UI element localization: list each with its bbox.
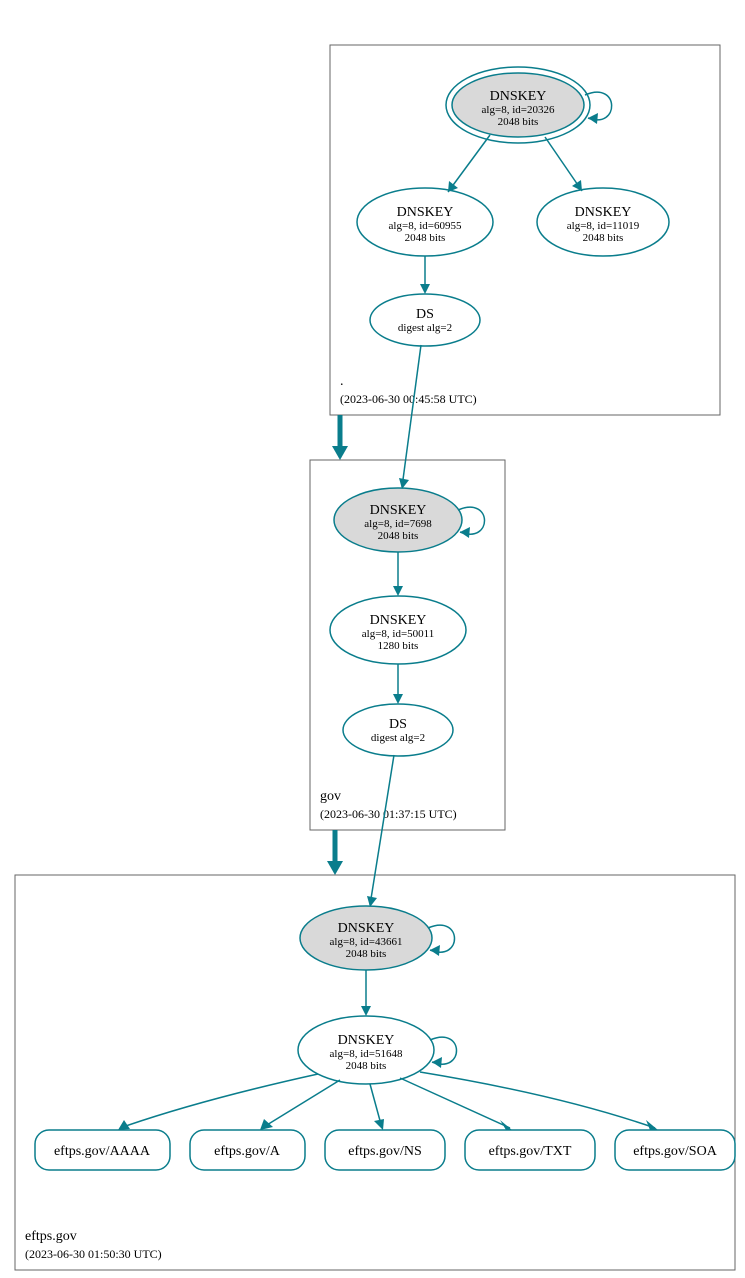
node-gov-ds: DS digest alg=2 [343, 704, 453, 756]
node-root-ksk-l2: alg=8, id=20326 [482, 104, 555, 116]
node-eftps-ksk: DNSKEY alg=8, id=43661 2048 bits [300, 906, 432, 970]
node-eftps-zsk-title: DNSKEY [338, 1033, 395, 1048]
node-eftps-a: eftps.gov/A [190, 1130, 305, 1170]
node-root-zsk1-l2: alg=8, id=60955 [389, 220, 462, 232]
node-root-zsk2: DNSKEY alg=8, id=11019 2048 bits [537, 188, 669, 256]
node-gov-zsk-title: DNSKEY [370, 613, 427, 628]
node-eftps-txt-label: eftps.gov/TXT [489, 1144, 572, 1159]
node-root-zsk2-title: DNSKEY [575, 205, 632, 220]
node-gov-ksk-title: DNSKEY [370, 503, 427, 518]
node-root-zsk1-title: DNSKEY [397, 205, 454, 220]
node-gov-zsk: DNSKEY alg=8, id=50011 1280 bits [330, 596, 466, 664]
node-root-ds-title: DS [416, 307, 434, 322]
node-gov-ds-title: DS [389, 717, 407, 732]
node-gov-ksk-l3: 2048 bits [378, 530, 419, 542]
node-eftps-aaaa: eftps.gov/AAAA [35, 1130, 170, 1170]
edge-root-ksk-zsk2 [545, 137, 582, 191]
node-gov-zsk-l3: 1280 bits [378, 640, 419, 652]
zone-gov-timestamp: (2023-06-30 01:37:15 UTC) [320, 807, 457, 821]
node-eftps-zsk-l2: alg=8, id=51648 [330, 1048, 403, 1060]
node-root-ds: DS digest alg=2 [370, 294, 480, 346]
node-eftps-a-label: eftps.gov/A [214, 1144, 281, 1159]
zone-eftps-timestamp: (2023-06-30 01:50:30 UTC) [25, 1247, 162, 1261]
node-eftps-soa: eftps.gov/SOA [615, 1130, 735, 1170]
dnssec-diagram: . (2023-06-30 00:45:58 UTC) DNSKEY alg=8… [0, 0, 745, 1278]
node-root-ksk-l3: 2048 bits [498, 116, 539, 128]
zone-root-timestamp: (2023-06-30 00:45:58 UTC) [340, 392, 477, 406]
node-eftps-aaaa-label: eftps.gov/AAAA [54, 1144, 151, 1159]
node-eftps-ksk-title: DNSKEY [338, 921, 395, 936]
node-eftps-txt: eftps.gov/TXT [465, 1130, 595, 1170]
node-eftps-zsk-l3: 2048 bits [346, 1060, 387, 1072]
node-gov-ksk-l2: alg=8, id=7698 [364, 518, 432, 530]
edge-zsk-aaaa [120, 1074, 318, 1128]
node-eftps-ns: eftps.gov/NS [325, 1130, 445, 1170]
zone-gov-label: gov [320, 789, 341, 804]
edge-root-ksk-zsk1 [448, 135, 490, 192]
node-eftps-ksk-l3: 2048 bits [346, 948, 387, 960]
node-root-ksk: DNSKEY alg=8, id=20326 2048 bits [446, 67, 590, 143]
node-eftps-soa-label: eftps.gov/SOA [633, 1144, 718, 1159]
zone-eftps-label: eftps.gov [25, 1229, 77, 1244]
node-gov-zsk-l2: alg=8, id=50011 [362, 628, 435, 640]
node-root-ds-l2: digest alg=2 [398, 322, 452, 334]
node-root-zsk2-l2: alg=8, id=11019 [567, 220, 640, 232]
node-root-ksk-title: DNSKEY [490, 89, 547, 104]
node-root-zsk1-l3: 2048 bits [405, 232, 446, 244]
edge-zsk-a [262, 1080, 340, 1128]
node-gov-ds-l2: digest alg=2 [371, 732, 425, 744]
zone-root-label: . [340, 374, 344, 389]
node-eftps-ns-label: eftps.gov/NS [348, 1144, 422, 1159]
node-eftps-ksk-l2: alg=8, id=43661 [330, 936, 403, 948]
node-gov-ksk: DNSKEY alg=8, id=7698 2048 bits [334, 488, 462, 552]
node-root-zsk1: DNSKEY alg=8, id=60955 2048 bits [357, 188, 493, 256]
node-root-zsk2-l3: 2048 bits [583, 232, 624, 244]
edge-zsk-soa [420, 1072, 655, 1128]
edge-rootds-govksk [402, 345, 421, 487]
node-eftps-zsk: DNSKEY alg=8, id=51648 2048 bits [298, 1016, 434, 1084]
